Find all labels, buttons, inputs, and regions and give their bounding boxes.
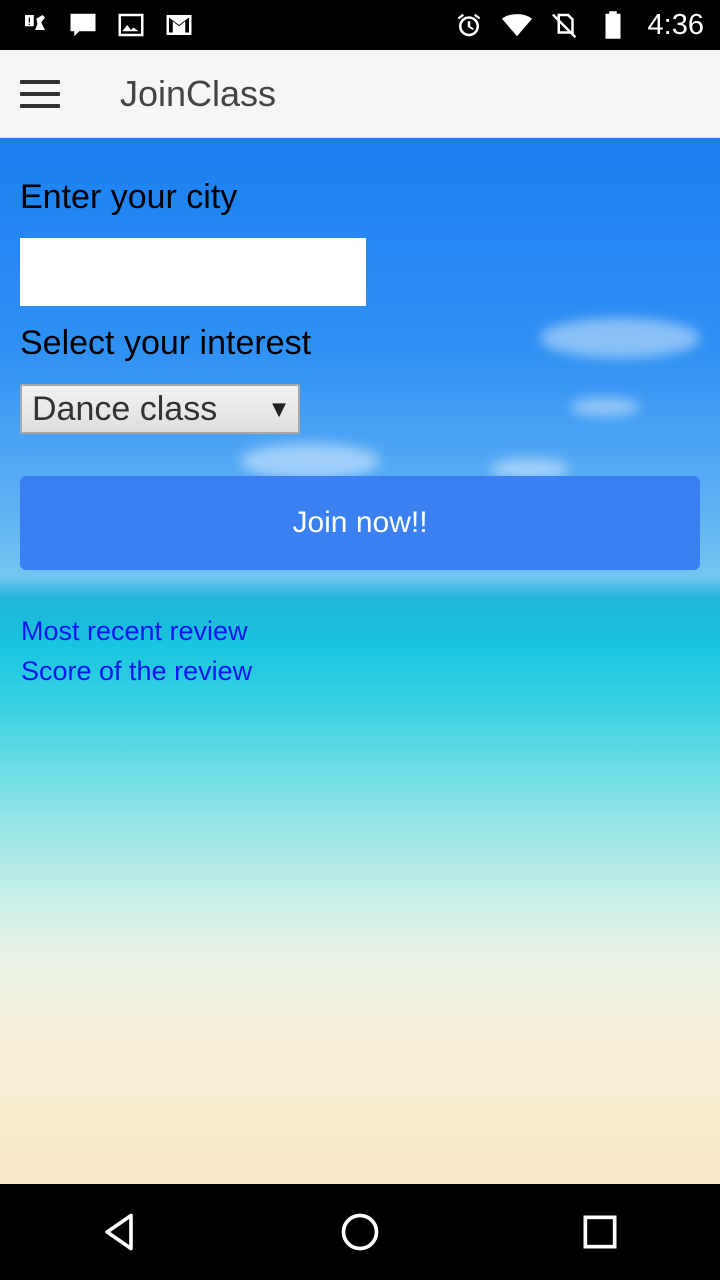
app-bar: JoinClass xyxy=(0,50,720,138)
join-now-label: Join now!! xyxy=(292,506,428,539)
gmail-icon xyxy=(164,10,194,40)
caret-down-icon: ▼ xyxy=(272,398,286,420)
background-cloud xyxy=(570,398,640,416)
interest-selected-value: Dance class xyxy=(32,389,218,428)
status-time: 4:36 xyxy=(647,8,704,41)
main-content: Enter your city Select your interest Dan… xyxy=(0,138,720,1184)
back-icon[interactable] xyxy=(80,1192,160,1272)
city-input[interactable] xyxy=(20,238,366,306)
navigation-bar xyxy=(0,1184,720,1280)
battery-icon xyxy=(598,10,628,40)
home-icon[interactable] xyxy=(320,1192,400,1272)
no-sim-icon xyxy=(550,10,580,40)
image-icon xyxy=(116,10,146,40)
alarm-icon xyxy=(454,10,484,40)
interest-label: Select your interest xyxy=(20,324,312,362)
recents-icon[interactable] xyxy=(560,1192,640,1272)
city-label: Enter your city xyxy=(20,178,238,216)
join-now-button[interactable]: Join now!! xyxy=(20,476,700,570)
app-title: JoinClass xyxy=(120,72,277,114)
most-recent-review-link[interactable]: Most recent review xyxy=(21,616,248,647)
status-right-icons: 4:36 xyxy=(454,9,704,42)
status-left-icons xyxy=(20,10,194,40)
background-cloud xyxy=(240,443,380,479)
menu-icon[interactable] xyxy=(20,79,60,108)
review-score-link[interactable]: Score of the review xyxy=(21,656,252,687)
background-cloud xyxy=(540,318,700,358)
wifi-icon xyxy=(501,10,532,40)
alert-robot-icon xyxy=(20,10,50,40)
message-icon xyxy=(68,10,98,40)
status-bar: 4:36 xyxy=(0,0,720,50)
interest-select[interactable]: Dance class ▼ xyxy=(20,384,300,434)
